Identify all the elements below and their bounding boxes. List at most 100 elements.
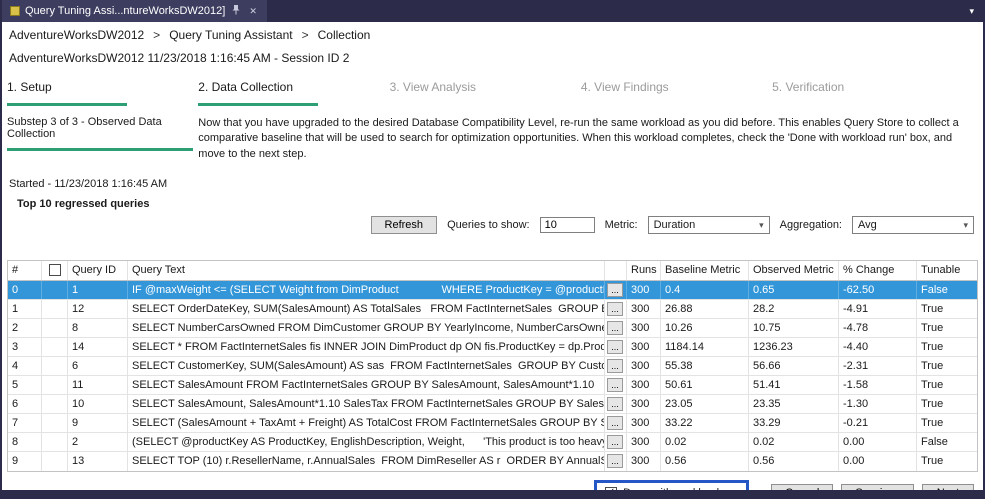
runs-cell: 300: [627, 319, 661, 337]
header-row-index[interactable]: #: [8, 261, 42, 280]
metric-dropdown[interactable]: Duration ▾: [648, 216, 770, 234]
observed-metric-cell: 51.41: [749, 376, 839, 394]
header-tunable[interactable]: Tunable: [917, 261, 977, 280]
table-row[interactable]: 0 1 IF @maxWeight <= (SELECT Weight from…: [8, 281, 977, 300]
query-text-cell: SELECT CustomerKey, SUM(SalesAmount) AS …: [128, 357, 605, 375]
pin-icon[interactable]: [230, 5, 242, 17]
table-row[interactable]: 4 6 SELECT CustomerKey, SUM(SalesAmount)…: [8, 357, 977, 376]
breadcrumb-separator: >: [153, 28, 160, 42]
baseline-metric-cell: 0.4: [661, 281, 749, 299]
table-row[interactable]: 3 14 SELECT * FROM FactInternetSales fis…: [8, 338, 977, 357]
tab-list-chevron-icon[interactable]: ▾: [969, 6, 983, 17]
step-view-analysis[interactable]: 3. View Analysis: [390, 80, 581, 106]
header-detail: [605, 261, 627, 280]
observed-metric-cell: 23.35: [749, 395, 839, 413]
row-checkbox-cell[interactable]: [42, 300, 68, 318]
query-detail-button[interactable]: ...: [607, 378, 623, 392]
table-body: 0 1 IF @maxWeight <= (SELECT Weight from…: [8, 281, 977, 471]
breadcrumb-item-collection[interactable]: Collection: [318, 28, 371, 42]
substep-underline: [7, 148, 193, 151]
baseline-metric-cell: 50.61: [661, 376, 749, 394]
query-detail-button[interactable]: ...: [607, 454, 623, 468]
query-detail-button[interactable]: ...: [607, 416, 623, 430]
header-select-all[interactable]: [42, 261, 68, 280]
query-detail-button[interactable]: ...: [607, 340, 623, 354]
runs-cell: 300: [627, 376, 661, 394]
aggregation-label: Aggregation:: [780, 219, 842, 231]
row-index-cell: 3: [8, 338, 42, 356]
step-setup[interactable]: 1. Setup: [7, 80, 198, 106]
query-detail-button[interactable]: ...: [607, 321, 623, 335]
regressed-queries-grid: # Query ID Query Text Runs Baseline Metr…: [7, 260, 978, 472]
query-detail-button[interactable]: ...: [607, 435, 623, 449]
row-checkbox-cell[interactable]: [42, 357, 68, 375]
document-tab-bar: Query Tuning Assi...ntureWorksDW2012] ✕ …: [2, 0, 983, 22]
step-verification[interactable]: 5. Verification: [772, 80, 963, 106]
runs-cell: 300: [627, 452, 661, 471]
header-observed-metric[interactable]: Observed Metric: [749, 261, 839, 280]
breadcrumb-item-query-tuning-assistant[interactable]: Query Tuning Assistant: [169, 28, 292, 42]
aggregation-selected-value: Avg: [858, 219, 877, 231]
query-detail-cell: ...: [605, 338, 627, 356]
row-checkbox-cell[interactable]: [42, 319, 68, 337]
row-index-cell: 4: [8, 357, 42, 375]
table-row[interactable]: 1 12 SELECT OrderDateKey, SUM(SalesAmoun…: [8, 300, 977, 319]
step-label: 1. Setup: [7, 80, 52, 94]
table-row[interactable]: 8 2 (SELECT @productKey AS ProductKey, E…: [8, 433, 977, 452]
query-id-cell: 6: [68, 357, 128, 375]
chevron-down-icon: ▾: [759, 220, 764, 231]
pct-change-cell: 0.00: [839, 452, 917, 471]
document-tab[interactable]: Query Tuning Assi...ntureWorksDW2012] ✕: [2, 0, 267, 22]
pct-change-cell: -4.40: [839, 338, 917, 356]
table-row[interactable]: 9 13 SELECT TOP (10) r.ResellerName, r.A…: [8, 452, 977, 471]
row-index-cell: 2: [8, 319, 42, 337]
step-view-findings[interactable]: 4. View Findings: [581, 80, 772, 106]
table-row[interactable]: 2 8 SELECT NumberCarsOwned FROM DimCusto…: [8, 319, 977, 338]
query-detail-button[interactable]: ...: [607, 283, 623, 297]
query-text-cell: SELECT OrderDateKey, SUM(SalesAmount) AS…: [128, 300, 605, 318]
table-row[interactable]: 7 9 SELECT (SalesAmount + TaxAmt + Freig…: [8, 414, 977, 433]
query-detail-button[interactable]: ...: [607, 397, 623, 411]
row-checkbox-cell[interactable]: [42, 338, 68, 356]
aggregation-dropdown[interactable]: Avg ▾: [852, 216, 974, 234]
baseline-metric-cell: 23.05: [661, 395, 749, 413]
done-with-workload-highlight: ✓ Done with workload run: [594, 480, 749, 490]
header-baseline-metric[interactable]: Baseline Metric: [661, 261, 749, 280]
query-text-cell: SELECT TOP (10) r.ResellerName, r.Annual…: [128, 452, 605, 471]
observed-metric-cell: 0.02: [749, 433, 839, 451]
tunable-cell: True: [917, 319, 977, 337]
regressed-queries-title: Top 10 regressed queries: [17, 198, 978, 210]
select-all-checkbox[interactable]: [49, 264, 61, 276]
row-checkbox-cell[interactable]: [42, 433, 68, 451]
observed-metric-cell: 0.56: [749, 452, 839, 471]
runs-cell: 300: [627, 395, 661, 413]
row-checkbox-cell[interactable]: [42, 281, 68, 299]
query-detail-button[interactable]: ...: [607, 359, 623, 373]
query-text-cell: SELECT * FROM FactInternetSales fis INNE…: [128, 338, 605, 356]
step-data-collection[interactable]: 2. Data Collection: [198, 80, 389, 106]
row-checkbox-cell[interactable]: [42, 376, 68, 394]
header-query-id[interactable]: Query ID: [68, 261, 128, 280]
table-row[interactable]: 5 11 SELECT SalesAmount FROM FactInterne…: [8, 376, 977, 395]
table-row[interactable]: 6 10 SELECT SalesAmount, SalesAmount*1.1…: [8, 395, 977, 414]
baseline-metric-cell: 1184.14: [661, 338, 749, 356]
chevron-down-icon: ▾: [963, 220, 968, 231]
header-runs[interactable]: Runs: [627, 261, 661, 280]
step-label: 3. View Analysis: [390, 80, 477, 94]
refresh-button[interactable]: Refresh: [371, 216, 438, 234]
close-icon[interactable]: ✕: [247, 6, 259, 17]
header-pct-change[interactable]: % Change: [839, 261, 917, 280]
query-text-cell: SELECT (SalesAmount + TaxAmt + Freight) …: [128, 414, 605, 432]
row-checkbox-cell[interactable]: [42, 395, 68, 413]
row-checkbox-cell[interactable]: [42, 414, 68, 432]
row-index-cell: 0: [8, 281, 42, 299]
breadcrumb-item-database[interactable]: AdventureWorksDW2012: [9, 28, 144, 42]
queries-to-show-label: Queries to show:: [447, 219, 530, 231]
query-detail-cell: ...: [605, 300, 627, 318]
query-detail-button[interactable]: ...: [607, 302, 623, 316]
header-query-text[interactable]: Query Text: [128, 261, 605, 280]
substep-description: Now that you have upgraded to the desire…: [198, 116, 978, 162]
tunable-cell: False: [917, 281, 977, 299]
queries-to-show-input[interactable]: [540, 217, 595, 233]
row-checkbox-cell[interactable]: [42, 452, 68, 471]
